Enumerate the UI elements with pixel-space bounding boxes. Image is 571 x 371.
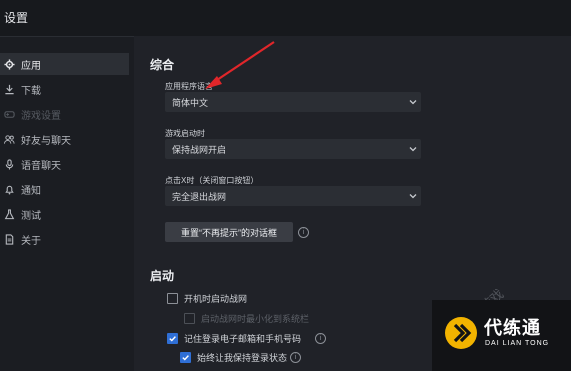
watermark-logo: 代练通 DAI LIAN TONG [432, 300, 571, 371]
watermark-subtitle: DAI LIAN TONG [485, 340, 550, 347]
dailiantong-logo-icon [445, 317, 477, 349]
watermark-title: 代练通 [484, 318, 541, 338]
